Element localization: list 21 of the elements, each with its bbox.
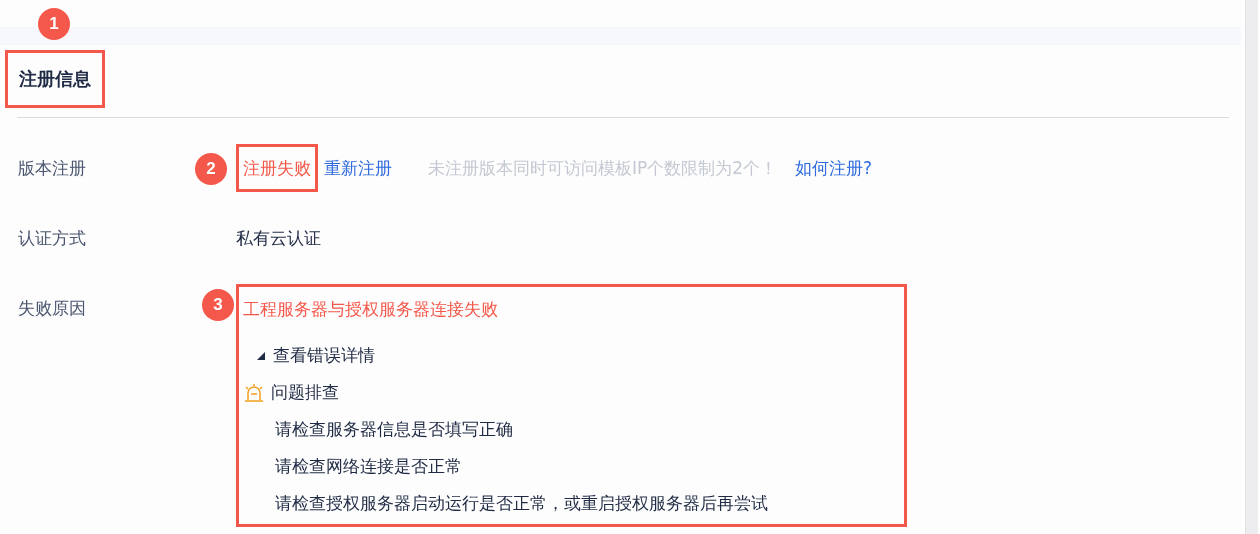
troubleshoot-tip: 请检查服务器信息是否填写正确 xyxy=(274,418,513,441)
help-link[interactable]: 如何注册? xyxy=(795,156,873,180)
re-register-link[interactable]: 重新注册 xyxy=(324,156,392,180)
troubleshoot-tip: 请检查网络连接是否正常 xyxy=(274,455,462,478)
hint-text: 未注册版本同时可访问模板IP个数限制为2个！ xyxy=(428,156,778,180)
troubleshoot-tip: 请检查授权服务器启动运行是否正常，或重启授权服务器后再尝试 xyxy=(274,492,768,515)
alarm-icon xyxy=(243,382,265,403)
section-title: 注册信息 xyxy=(19,67,91,91)
field-value: 私有云认证 xyxy=(236,228,321,248)
troubleshoot-title: 问题排查 xyxy=(271,381,339,404)
scrollbar[interactable] xyxy=(1245,0,1258,534)
triangle-icon xyxy=(257,351,265,360)
field-label: 失败原因 xyxy=(18,297,86,320)
field-label: 版本注册 xyxy=(18,157,86,180)
annotation-badge: 2 xyxy=(195,153,227,185)
details-toggle[interactable]: 查看错误详情 xyxy=(243,337,375,374)
error-message: 工程服务器与授权服务器连接失败 xyxy=(243,298,498,321)
field-label: 认证方式 xyxy=(18,227,86,250)
status-text: 注册失败 xyxy=(243,156,311,180)
annotation-badge: 3 xyxy=(202,289,234,321)
annotation-badge: 1 xyxy=(38,8,70,40)
